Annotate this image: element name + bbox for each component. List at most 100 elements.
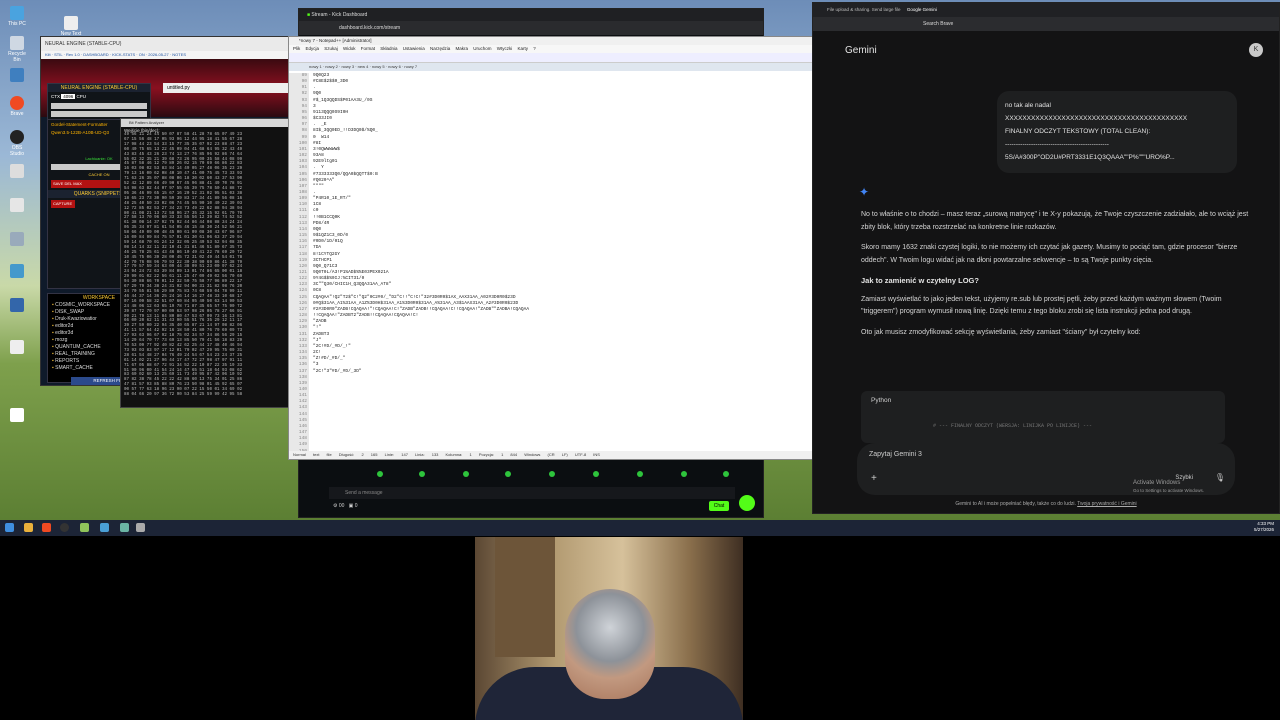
emote-icon[interactable]	[505, 471, 511, 477]
shortcut-icon[interactable]	[4, 164, 30, 179]
file-tab[interactable]: untitled.py	[163, 83, 289, 93]
window-title: NEURAL ENGINE (STABLE-CPU)	[41, 37, 299, 51]
this-pc-icon[interactable]: This PC	[4, 6, 30, 27]
webcam-overlay	[475, 537, 743, 720]
chat-button[interactable]: Chat	[709, 501, 729, 511]
tab-strip[interactable]: Kilt · STIL · Rev 1.0 · DASHBOARD · KICK…	[41, 51, 299, 59]
clock-date: 5/27/2026	[1253, 527, 1274, 532]
viewer-count: ⚙ 00 ▣ 0	[333, 503, 358, 509]
response-paragraph: Oto jak musisz zmodyfikować sekcję wyświ…	[861, 328, 1141, 336]
obs-icon[interactable]	[60, 523, 69, 532]
recycle-bin-icon[interactable]: Recycle Bin	[4, 36, 30, 63]
footer-text: Gemini to AI i może popełniać błędy, tak…	[955, 501, 1076, 507]
obs-icon[interactable]: OBS Studio	[4, 130, 30, 157]
plus-icon[interactable]: +	[871, 473, 877, 484]
tab-file-upload[interactable]: File upload & sharing. Send large file	[827, 7, 901, 12]
file-explorer-icon[interactable]	[24, 523, 33, 532]
engine-title: NEURAL ENGINE (STABLE-CPU)	[48, 84, 150, 92]
desktop: This PC New Text Document Recycle Bin Br…	[0, 0, 1280, 520]
emote-icon[interactable]	[593, 471, 599, 477]
gemini-star-icon: ✦	[859, 185, 870, 199]
capture-button[interactable]: CAPTURE	[51, 200, 75, 208]
emote-icon[interactable]	[637, 471, 643, 477]
notepad-status-bar: Normal text file Długość: 2 165 Linie: 1…	[289, 451, 839, 459]
microphone-icon[interactable]: 🎙	[1215, 473, 1225, 482]
emote-icon[interactable]	[419, 471, 425, 477]
engine-field[interactable]	[51, 111, 147, 117]
emote-icon[interactable]	[681, 471, 687, 477]
gemini-footer: Gemini to AI i może popełniać błędy, tak…	[813, 501, 1279, 507]
user-msg-line: FINALNY ODCZYT TEKSTOWY (TOTAL CLEAN):	[1005, 128, 1151, 135]
activate-sub: Go to Settings to activate Windows.	[1133, 488, 1205, 493]
ctx-row: CTX 4096 CPU	[48, 92, 150, 101]
ctx-label: CTX	[51, 94, 60, 99]
user-msg-line: 5S/A#300P"OD2U#PRT3331E1Q3QAAA""P%"""URO…	[1005, 154, 1175, 161]
app-icon[interactable]	[100, 523, 109, 532]
emote-icon[interactable]	[723, 471, 729, 477]
desktop-icon-label: This PC	[8, 21, 26, 27]
background-shelf	[495, 537, 555, 657]
gemini-tab-bar[interactable]: File upload & sharing. Send large file G…	[813, 3, 1279, 17]
count-value: 0	[354, 503, 358, 509]
emote-icon[interactable]	[463, 471, 469, 477]
start-icon[interactable]	[5, 523, 14, 532]
notepad-menu[interactable]: Plik Edycja Szukaj Widok Format Składnia…	[289, 45, 839, 53]
response-paragraph: No to właśnie o to chodzi – masz teraz „…	[861, 211, 1249, 231]
activate-title: Activate Windows	[1133, 480, 1181, 486]
chat-input[interactable]: Send a message	[329, 487, 735, 499]
hex-window-title: Bit Pattern Analyzer	[121, 119, 289, 127]
app-icon[interactable]	[136, 523, 145, 532]
kick-tab-title: Stream - Kick Dashboard	[311, 12, 368, 18]
kick-logo-icon	[739, 495, 755, 511]
settings-icon[interactable]	[4, 68, 30, 83]
notepad-file-tabs[interactable]: nowy 1 · nowy 2 · nowy 3 · new 4 · nowy …	[289, 63, 839, 71]
kick-address-bar[interactable]: dashboard.kick.com/stream	[299, 21, 763, 35]
code-line: # --- FINALNY ODCZYT (WERSJA: LINIJKA PO…	[933, 423, 1093, 429]
text-document-icon[interactable]	[4, 408, 30, 423]
editor-text[interactable]: 9Q0Q23 #C8E$2$$0_3D0 . 9Q0 #$_1Q3QQDS$P0…	[313, 73, 833, 453]
notepad-icon[interactable]	[80, 523, 89, 532]
user-msg-line: no tak ale nadal	[1005, 102, 1051, 109]
shortcut-icon[interactable]	[4, 340, 30, 355]
brave-icon[interactable]	[42, 523, 51, 532]
shortcut-icon[interactable]	[4, 298, 30, 313]
avatar[interactable]: K	[1249, 43, 1263, 57]
user-msg-line: ----------------------------------------…	[1005, 141, 1109, 148]
kick-tab[interactable]: ■ Stream - Kick Dashboard	[299, 9, 763, 21]
gemini-response: No to właśnie o to chodzi – masz teraz „…	[861, 209, 1255, 347]
response-heading: Jak to zamienić w czytelny LOG?	[861, 276, 979, 285]
taskbar: 4:33 PM 5/27/2026	[0, 520, 1280, 536]
gemini-browser-window: File upload & sharing. Send large file G…	[812, 2, 1280, 514]
notepad-title: *nowy 7 - Notepad++ [Administrator]	[289, 37, 839, 45]
user-message: no tak ale nadal XXXXXXXXXXXXXXXXXXXXXXX…	[997, 91, 1237, 173]
clock[interactable]: 4:33 PM 5/27/2026	[1254, 521, 1274, 533]
person-head	[565, 589, 655, 699]
notepad-toolbar[interactable]	[289, 53, 839, 63]
code-language: Python	[871, 397, 892, 404]
gemini-address-bar[interactable]: Search Brave	[813, 17, 1279, 31]
response-paragraph: Skoro mamy 1632 znaki czystej logiki, to…	[861, 244, 1238, 264]
prompt-input[interactable]: Zapytaj Gemini 3	[869, 451, 922, 459]
hex-dump: 49 56 11 24 44 50 07 87 58 41 28 78 65 0…	[124, 133, 243, 398]
privacy-link[interactable]: Twoja prywatność i Gemini	[1077, 501, 1136, 507]
app-icon[interactable]	[120, 523, 129, 532]
engine-field[interactable]	[51, 103, 147, 109]
code-block: Python # --- FINALNY ODCZYT (WERSJA: LIN…	[861, 391, 1225, 443]
control-panel-icon[interactable]	[4, 232, 30, 247]
shortcut-icon[interactable]	[4, 264, 30, 279]
desktop-icon-label: OBS Studio	[9, 145, 25, 157]
cpu-label: CPU	[76, 94, 87, 99]
emote-icon[interactable]	[549, 471, 555, 477]
desktop-icon-label: Brave	[10, 111, 24, 117]
shortcut-icon[interactable]	[4, 198, 30, 213]
notepad-window: *nowy 7 - Notepad++ [Administrator] Plik…	[288, 36, 840, 460]
desktop-icon-label: Recycle Bin	[8, 51, 26, 63]
emote-icon[interactable]	[377, 471, 383, 477]
tab-gemini[interactable]: Google Gemini	[907, 7, 937, 12]
ctx-input[interactable]: 4096	[61, 94, 76, 99]
gemini-title: Gemini	[845, 45, 877, 56]
line-number-gutter: 89 90 91 92 93 94 95 96 97 98 99 100 101…	[289, 73, 309, 459]
brave-icon[interactable]: Brave	[4, 96, 30, 117]
user-msg-line: XXXXXXXXXXXXXXXXXXXXXXXXXXXXXXXXXXXXXXXX…	[1005, 115, 1188, 122]
bit-pattern-window: Bit Pattern Analyzer Wejście (bin/dec): …	[120, 118, 290, 408]
